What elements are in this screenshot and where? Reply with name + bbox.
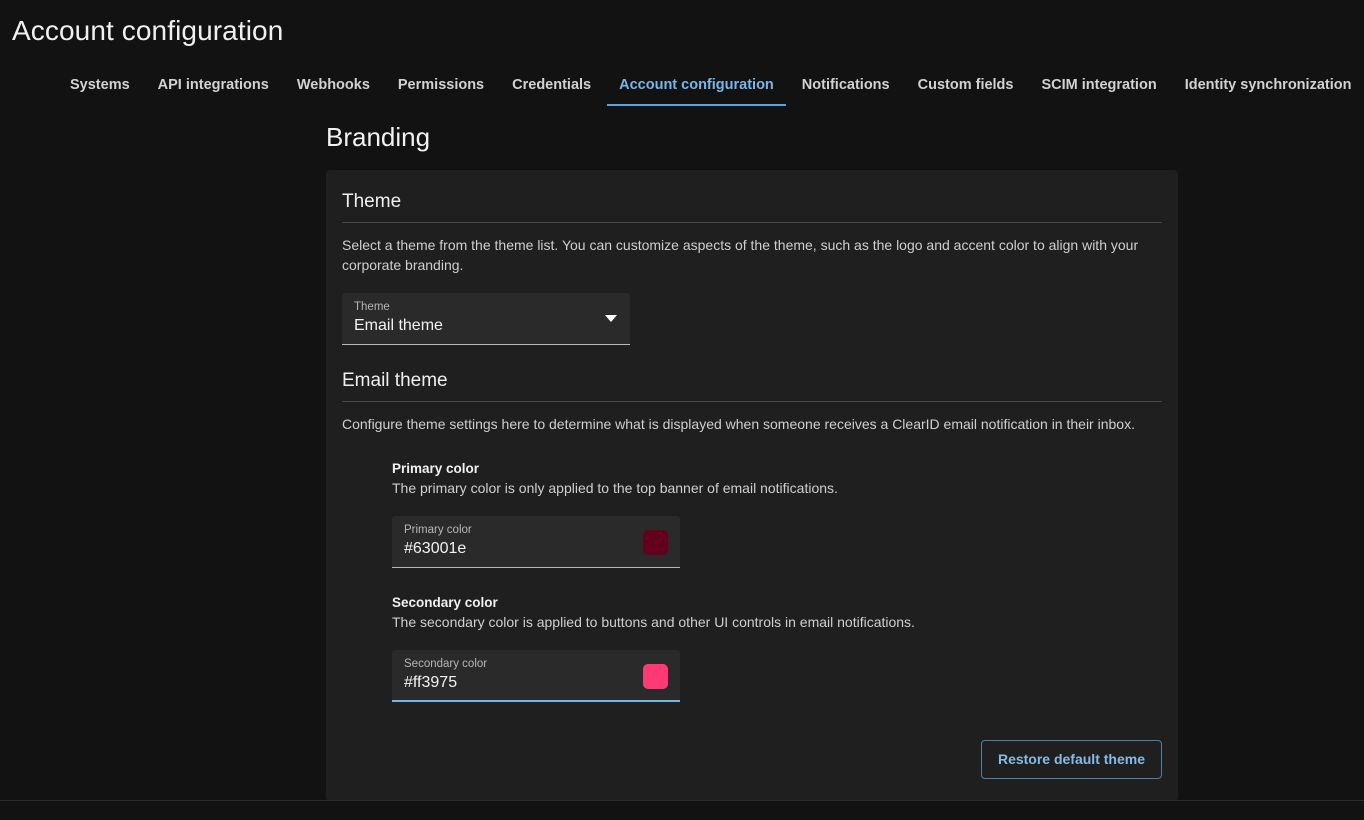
tab-systems[interactable]: Systems — [56, 77, 144, 106]
primary-color-input-label: Primary color — [404, 523, 668, 537]
tab-api-integrations[interactable]: API integrations — [144, 77, 283, 106]
restore-default-theme-button[interactable]: Restore default theme — [981, 740, 1162, 779]
secondary-color-input-label: Secondary color — [404, 657, 668, 671]
theme-section-heading: Theme — [342, 184, 1162, 223]
main-content: Branding Theme Select a theme from the t… — [0, 106, 1364, 801]
primary-color-input[interactable]: Primary color #63001e — [392, 516, 680, 568]
secondary-color-swatch[interactable] — [643, 664, 668, 689]
primary-color-block: Primary color The primary color is only … — [392, 460, 1162, 568]
primary-color-swatch[interactable] — [643, 530, 668, 555]
primary-color-name: Primary color — [392, 460, 1162, 478]
email-theme-section-description: Configure theme settings here to determi… — [342, 414, 1152, 434]
secondary-color-block: Secondary color The secondary color is a… — [392, 594, 1162, 702]
email-theme-section-heading: Email theme — [342, 363, 1162, 402]
theme-select-label: Theme — [354, 300, 618, 314]
branding-card: Theme Select a theme from the theme list… — [326, 170, 1178, 801]
secondary-color-input-value: #ff3975 — [404, 672, 668, 694]
theme-select-value: Email theme — [354, 315, 618, 337]
primary-color-input-value: #63001e — [404, 538, 668, 560]
tab-scim-integration[interactable]: SCIM integration — [1027, 77, 1170, 106]
secondary-color-input[interactable]: Secondary color #ff3975 — [392, 650, 680, 702]
tab-permissions[interactable]: Permissions — [384, 77, 498, 106]
theme-select[interactable]: Theme Email theme — [342, 293, 630, 345]
primary-color-description: The primary color is only applied to the… — [392, 479, 1162, 498]
bottom-divider — [0, 800, 1364, 801]
theme-section-description: Select a theme from the theme list. You … — [342, 235, 1152, 275]
card-footer: Restore default theme — [342, 740, 1162, 779]
tab-account-configuration[interactable]: Account configuration — [605, 77, 788, 106]
chevron-down-icon — [605, 315, 617, 322]
secondary-color-name: Secondary color — [392, 594, 1162, 612]
page-title: Account configuration — [0, 0, 1364, 48]
tab-custom-fields[interactable]: Custom fields — [904, 77, 1028, 106]
tab-notifications[interactable]: Notifications — [788, 77, 904, 106]
tab-webhooks[interactable]: Webhooks — [283, 77, 384, 106]
secondary-color-description: The secondary color is applied to button… — [392, 613, 1162, 632]
branding-heading: Branding — [326, 106, 1364, 154]
primary-tab-bar: Systems API integrations Webhooks Permis… — [0, 62, 1364, 106]
tab-credentials[interactable]: Credentials — [498, 77, 605, 106]
tab-identity-synchronization[interactable]: Identity synchronization — [1171, 77, 1364, 106]
